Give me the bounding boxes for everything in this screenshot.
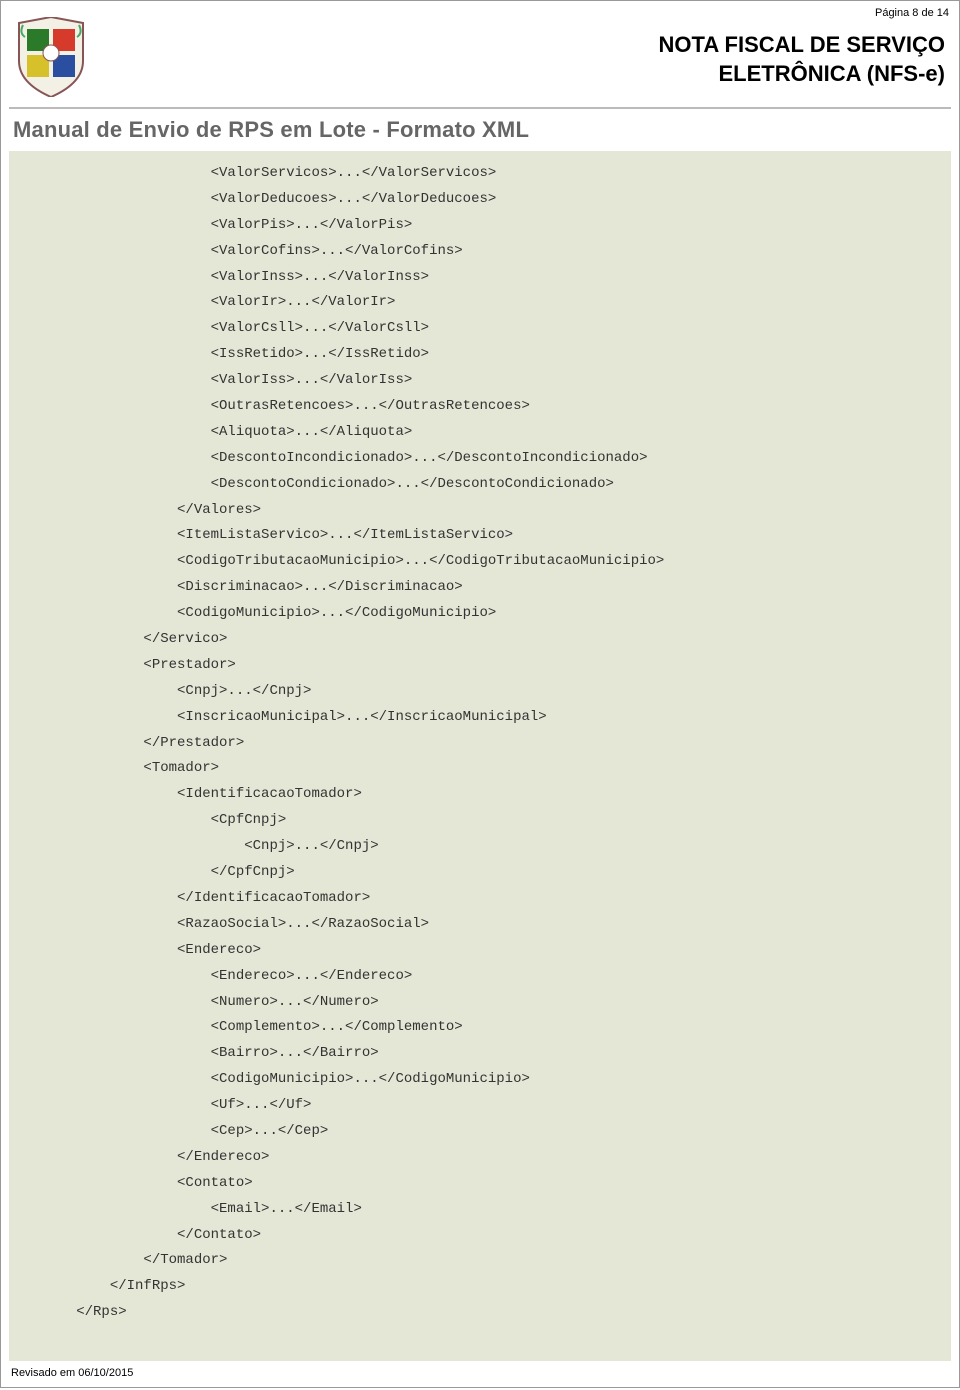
page-number: Página 8 de 14 — [875, 7, 949, 19]
code-line: <CodigoMunicipio>...</CodigoMunicipio> — [9, 601, 951, 627]
code-line: <OutrasRetencoes>...</OutrasRetencoes> — [9, 394, 951, 420]
code-line: </IdentificacaoTomador> — [9, 886, 951, 912]
code-line: <ValorCofins>...</ValorCofins> — [9, 239, 951, 265]
document-footer: Revisado em 06/10/2015 — [9, 1361, 951, 1379]
code-line: <RazaoSocial>...</RazaoSocial> — [9, 912, 951, 938]
code-line: <Cep>...</Cep> — [9, 1119, 951, 1145]
code-line: <Prestador> — [9, 653, 951, 679]
code-line: <IdentificacaoTomador> — [9, 782, 951, 808]
code-line: </CpfCnpj> — [9, 860, 951, 886]
code-line: <Tomador> — [9, 756, 951, 782]
code-line: <Numero>...</Numero> — [9, 990, 951, 1016]
code-line: <ValorInss>...</ValorInss> — [9, 265, 951, 291]
code-line: <Complemento>...</Complemento> — [9, 1015, 951, 1041]
document-page: Página 8 de 14 NOTA FISCAL DE SERVIÇO EL… — [0, 0, 960, 1388]
header-title-block: NOTA FISCAL DE SERVIÇO ELETRÔNICA (NFS-e… — [97, 13, 945, 88]
code-line: <CpfCnpj> — [9, 808, 951, 834]
crest-icon — [15, 17, 87, 97]
code-line: <ValorCsll>...</ValorCsll> — [9, 316, 951, 342]
code-line: <ValorServicos>...</ValorServicos> — [9, 161, 951, 187]
code-line: <Discriminacao>...</Discriminacao> — [9, 575, 951, 601]
code-line: <Cnpj>...</Cnpj> — [9, 679, 951, 705]
code-line: </Rps> — [9, 1300, 951, 1326]
code-line: <Email>...</Email> — [9, 1197, 951, 1223]
code-line: <Bairro>...</Bairro> — [9, 1041, 951, 1067]
code-line: <Endereco> — [9, 938, 951, 964]
code-line: </Endereco> — [9, 1145, 951, 1171]
code-line: <ValorPis>...</ValorPis> — [9, 213, 951, 239]
code-line: <DescontoIncondicionado>...</DescontoInc… — [9, 446, 951, 472]
document-subtitle: Manual de Envio de RPS em Lote - Formato… — [9, 109, 951, 151]
code-line: <ValorDeducoes>...</ValorDeducoes> — [9, 187, 951, 213]
code-line: <DescontoCondicionado>...</DescontoCondi… — [9, 472, 951, 498]
header-title-line1: NOTA FISCAL DE SERVIÇO — [97, 31, 945, 60]
code-line: </Prestador> — [9, 731, 951, 757]
code-line: <IssRetido>...</IssRetido> — [9, 342, 951, 368]
xml-code-block: <ValorServicos>...</ValorServicos> <Valo… — [9, 151, 951, 1361]
document-header: NOTA FISCAL DE SERVIÇO ELETRÔNICA (NFS-e… — [9, 9, 951, 109]
code-line: <Uf>...</Uf> — [9, 1093, 951, 1119]
code-line: <Endereco>...</Endereco> — [9, 964, 951, 990]
code-line: </Servico> — [9, 627, 951, 653]
code-line: <Aliquota>...</Aliquota> — [9, 420, 951, 446]
code-line: <CodigoMunicipio>...</CodigoMunicipio> — [9, 1067, 951, 1093]
code-line: <ValorIss>...</ValorIss> — [9, 368, 951, 394]
code-line: <ItemListaServico>...</ItemListaServico> — [9, 523, 951, 549]
code-line: <ValorIr>...</ValorIr> — [9, 290, 951, 316]
code-line: <InscricaoMunicipal>...</InscricaoMunici… — [9, 705, 951, 731]
code-line: </Valores> — [9, 498, 951, 524]
code-line: <Contato> — [9, 1171, 951, 1197]
code-line: </Contato> — [9, 1223, 951, 1249]
code-line: </InfRps> — [9, 1274, 951, 1300]
code-line: <CodigoTributacaoMunicipio>...</CodigoTr… — [9, 549, 951, 575]
header-title-line2: ELETRÔNICA (NFS-e) — [97, 60, 945, 89]
code-line: </Tomador> — [9, 1248, 951, 1274]
code-line: <Cnpj>...</Cnpj> — [9, 834, 951, 860]
